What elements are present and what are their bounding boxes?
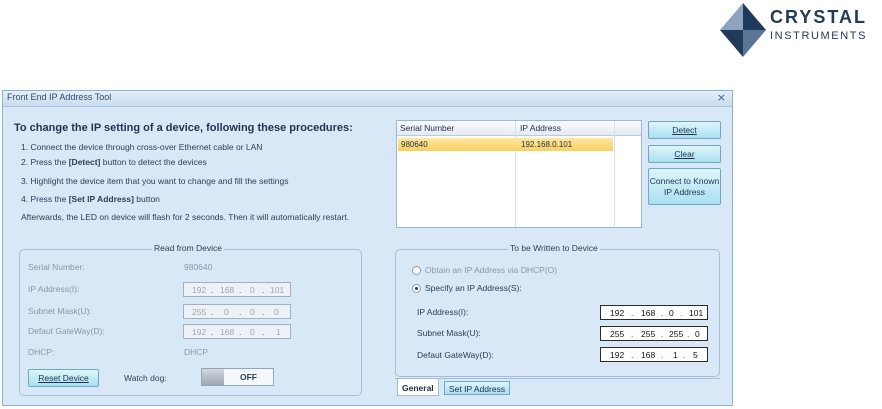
reset-device-button[interactable]: Reset Device — [28, 369, 99, 387]
logo-text-instruments: INSTRUMENTS — [770, 30, 868, 42]
diamond-logo-icon — [720, 3, 766, 57]
detect-button[interactable]: Detect — [648, 121, 721, 139]
tab-general[interactable]: General — [397, 379, 439, 396]
step-4: 4. Press the [Set IP Address] button — [21, 194, 160, 204]
write-subnet-field[interactable]: 255. 255. 255. 0 — [600, 326, 708, 341]
dhcp-value: DHCP — [184, 347, 209, 357]
step-1: 1. Connect the device through cross-over… — [21, 142, 263, 152]
connect-known-ip-button[interactable]: Connect to Known IP Address — [648, 168, 721, 205]
read-from-device-title: Read from Device — [152, 243, 225, 253]
watchdog-label: Watch dog: — [124, 373, 167, 383]
column-serial-number[interactable]: Serial Number — [400, 123, 454, 133]
table-row[interactable]: 980640 192.168.0.101 — [398, 138, 613, 151]
read-gateway-label: Defaut GateWay(D): — [28, 326, 105, 336]
write-gateway-field[interactable]: 192. 168. 1. 5 — [600, 347, 708, 362]
bottom-tabs: General Set IP Address — [395, 378, 720, 396]
device-table[interactable]: Serial Number IP Address 980640 192.168.… — [396, 120, 642, 228]
device-table-header: Serial Number IP Address — [397, 121, 641, 136]
write-ip-field[interactable]: 192. 168. 0. 101 — [600, 305, 708, 320]
column-ip-address[interactable]: IP Address — [520, 123, 561, 133]
clear-button[interactable]: Clear — [648, 145, 721, 163]
write-to-device-title: To be Written to Device — [508, 243, 600, 253]
read-ip-field: 192. 168. 0. 101 — [183, 282, 291, 297]
logo-text-crystal: CRYSTAL — [770, 7, 867, 27]
instructions-title: To change the IP setting of a device, fo… — [14, 122, 353, 134]
read-gateway-field: 192. 168. 0. 1 — [183, 324, 291, 339]
radio-dhcp-label[interactable]: Obtain an IP Address via DHCP(O) — [425, 265, 557, 275]
radio-dhcp[interactable] — [412, 266, 421, 275]
read-subnet-field: 255. 0. 0. 0 — [183, 304, 291, 319]
crystal-instruments-logo: CRYSTAL INSTRUMENTS — [718, 3, 880, 59]
serial-number-value: 980640 — [184, 262, 213, 272]
step-note: Afterwards, the LED on device will flash… — [21, 212, 350, 222]
write-subnet-label: Subnet Mask(U): — [417, 328, 481, 338]
serial-number-label: Serial Number: — [28, 262, 85, 272]
window-titlebar: Front End IP Address Tool × — [3, 91, 732, 107]
write-ip-label: IP Address(I): — [417, 307, 469, 317]
read-ip-label: IP Address(I): — [28, 284, 80, 294]
toggle-knob — [202, 369, 224, 385]
window-title: Front End IP Address Tool — [7, 92, 112, 102]
radio-specify-label[interactable]: Specify an IP Address(S): — [425, 283, 522, 293]
close-icon[interactable]: × — [717, 91, 726, 104]
watchdog-state: OFF — [240, 372, 257, 382]
write-gateway-label: Defaut GateWay(D): — [417, 350, 494, 360]
radio-specify[interactable] — [412, 284, 421, 293]
tab-set-ip-address[interactable]: Set IP Address — [444, 381, 511, 395]
step-3: 3. Highlight the device item that you wa… — [21, 176, 289, 186]
row-serial: 980640 — [401, 140, 428, 149]
watchdog-toggle[interactable]: OFF — [201, 368, 274, 386]
row-ip: 192.168.0.101 — [521, 140, 573, 149]
dhcp-label: DHCP: — [28, 347, 55, 357]
read-subnet-label: Subnet Mask(U): — [28, 306, 92, 316]
step-2: 2. Press the [Detect] button to detect t… — [21, 157, 207, 167]
